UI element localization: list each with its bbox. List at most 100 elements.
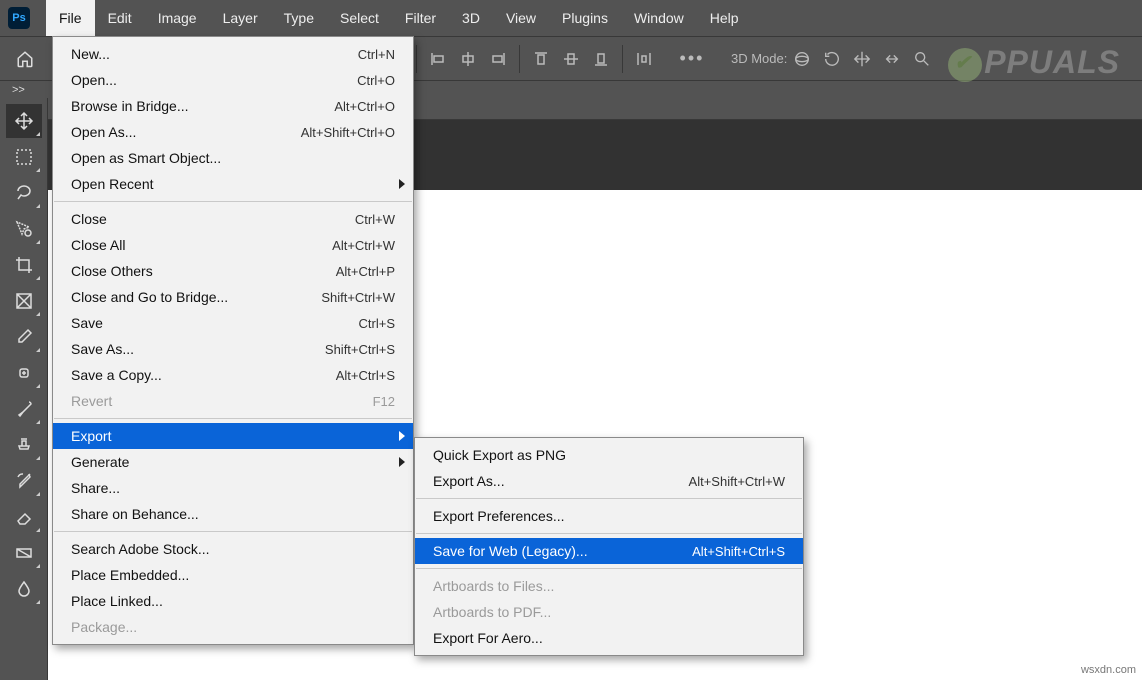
slide-3d-icon[interactable]	[877, 44, 907, 74]
brush-tool[interactable]	[6, 392, 42, 426]
file-menu-item[interactable]: Close AllAlt+Ctrl+W	[53, 232, 413, 258]
file-menu-item[interactable]: Close OthersAlt+Ctrl+P	[53, 258, 413, 284]
gradient-tool[interactable]	[6, 536, 42, 570]
menu-item-label: Place Embedded...	[71, 567, 395, 583]
home-button[interactable]	[10, 44, 40, 74]
file-menu-item[interactable]: Open...Ctrl+O	[53, 67, 413, 93]
menu-file[interactable]: File	[46, 0, 95, 36]
menu-item-shortcut: Alt+Ctrl+O	[334, 99, 395, 114]
file-menu-item[interactable]: Share on Behance...	[53, 501, 413, 527]
align-left-icon[interactable]	[423, 44, 453, 74]
align-right-icon[interactable]	[483, 44, 513, 74]
eyedropper-tool[interactable]	[6, 320, 42, 354]
menu-item-label: Open as Smart Object...	[71, 150, 395, 166]
menu-plugins[interactable]: Plugins	[549, 0, 621, 36]
file-menu-item[interactable]: Save As...Shift+Ctrl+S	[53, 336, 413, 362]
eraser-tool[interactable]	[6, 500, 42, 534]
menu-help[interactable]: Help	[697, 0, 752, 36]
menu-item-shortcut: Alt+Shift+Ctrl+S	[692, 544, 785, 559]
menu-window[interactable]: Window	[621, 0, 697, 36]
menu-3d[interactable]: 3D	[449, 0, 493, 36]
menu-item-label: Export For Aero...	[433, 630, 785, 646]
submenu-arrow-icon	[399, 457, 405, 467]
file-menu-item[interactable]: Generate	[53, 449, 413, 475]
menubar-items: FileEditImageLayerTypeSelectFilter3DView…	[46, 0, 752, 36]
more-options-icon[interactable]: •••	[677, 44, 707, 74]
move-tool[interactable]	[6, 104, 42, 138]
file-menu-dropdown: New...Ctrl+NOpen...Ctrl+OBrowse in Bridg…	[52, 36, 414, 645]
frame-tool[interactable]	[6, 284, 42, 318]
file-menu-item[interactable]: SaveCtrl+S	[53, 310, 413, 336]
healing-brush-tool[interactable]	[6, 356, 42, 390]
file-menu-item[interactable]: Search Adobe Stock...	[53, 536, 413, 562]
file-menu-item[interactable]: New...Ctrl+N	[53, 41, 413, 67]
file-menu-item[interactable]: Place Linked...	[53, 588, 413, 614]
menu-item-label: Close All	[71, 237, 332, 253]
file-menu-item[interactable]: Open As...Alt+Shift+Ctrl+O	[53, 119, 413, 145]
crop-tool[interactable]	[6, 248, 42, 282]
menu-item-label: Package...	[71, 619, 395, 635]
file-menu-item[interactable]: Close and Go to Bridge...Shift+Ctrl+W	[53, 284, 413, 310]
file-menu-item[interactable]: Open Recent	[53, 171, 413, 197]
export-menu-item[interactable]: Export For Aero...	[415, 625, 803, 651]
menu-image[interactable]: Image	[145, 0, 210, 36]
menu-separator	[54, 418, 412, 419]
submenu-arrow-icon	[399, 431, 405, 441]
menu-item-label: Close and Go to Bridge...	[71, 289, 321, 305]
file-menu-item[interactable]: Save a Copy...Alt+Ctrl+S	[53, 362, 413, 388]
orbit-3d-icon[interactable]	[787, 44, 817, 74]
export-menu-item[interactable]: Quick Export as PNG	[415, 442, 803, 468]
file-menu-item[interactable]: Browse in Bridge...Alt+Ctrl+O	[53, 93, 413, 119]
blur-tool[interactable]	[6, 572, 42, 606]
lasso-tool[interactable]	[6, 176, 42, 210]
quick-select-tool[interactable]	[6, 212, 42, 246]
export-menu-item: Artboards to PDF...	[415, 599, 803, 625]
menu-item-label: Generate	[71, 454, 395, 470]
menu-item-shortcut: Alt+Ctrl+S	[336, 368, 395, 383]
menu-type[interactable]: Type	[271, 0, 327, 36]
menu-item-shortcut: Ctrl+O	[357, 73, 395, 88]
menu-item-label: Export Preferences...	[433, 508, 785, 524]
menu-item-shortcut: Ctrl+W	[355, 212, 395, 227]
export-menu-item[interactable]: Export Preferences...	[415, 503, 803, 529]
divider	[519, 45, 520, 73]
file-menu-item[interactable]: CloseCtrl+W	[53, 206, 413, 232]
clone-stamp-tool[interactable]	[6, 428, 42, 462]
menu-item-shortcut: Alt+Shift+Ctrl+W	[689, 474, 785, 489]
history-brush-tool[interactable]	[6, 464, 42, 498]
menu-edit[interactable]: Edit	[95, 0, 145, 36]
align-center-h-icon[interactable]	[453, 44, 483, 74]
menu-select[interactable]: Select	[327, 0, 392, 36]
file-menu-item: RevertF12	[53, 388, 413, 414]
align-bottom-icon[interactable]	[586, 44, 616, 74]
menu-item-label: Artboards to PDF...	[433, 604, 785, 620]
rotate-3d-icon[interactable]	[817, 44, 847, 74]
menu-item-label: Export	[71, 428, 395, 444]
menu-item-shortcut: Ctrl+N	[358, 47, 395, 62]
menu-item-label: Quick Export as PNG	[433, 447, 785, 463]
marquee-tool[interactable]	[6, 140, 42, 174]
menu-item-label: Close	[71, 211, 355, 227]
menu-separator	[54, 531, 412, 532]
file-menu-item[interactable]: Open as Smart Object...	[53, 145, 413, 171]
watermark-icon	[948, 48, 982, 82]
export-menu-item[interactable]: Save for Web (Legacy)...Alt+Shift+Ctrl+S	[415, 538, 803, 564]
menu-item-label: Save for Web (Legacy)...	[433, 543, 692, 559]
menu-filter[interactable]: Filter	[392, 0, 449, 36]
zoom-3d-icon[interactable]	[907, 44, 937, 74]
file-menu-item[interactable]: Share...	[53, 475, 413, 501]
align-center-v-icon[interactable]	[556, 44, 586, 74]
file-menu-item[interactable]: Place Embedded...	[53, 562, 413, 588]
menu-layer[interactable]: Layer	[210, 0, 271, 36]
pan-3d-icon[interactable]	[847, 44, 877, 74]
align-top-icon[interactable]	[526, 44, 556, 74]
file-menu-item[interactable]: Export	[53, 423, 413, 449]
menu-item-label: Share on Behance...	[71, 506, 395, 522]
distribute-icon[interactable]	[629, 44, 659, 74]
export-menu-item[interactable]: Export As...Alt+Shift+Ctrl+W	[415, 468, 803, 494]
menu-separator	[54, 201, 412, 202]
menu-view[interactable]: View	[493, 0, 549, 36]
menu-item-label: Open As...	[71, 124, 301, 140]
menu-separator	[416, 533, 802, 534]
menu-item-label: Search Adobe Stock...	[71, 541, 395, 557]
